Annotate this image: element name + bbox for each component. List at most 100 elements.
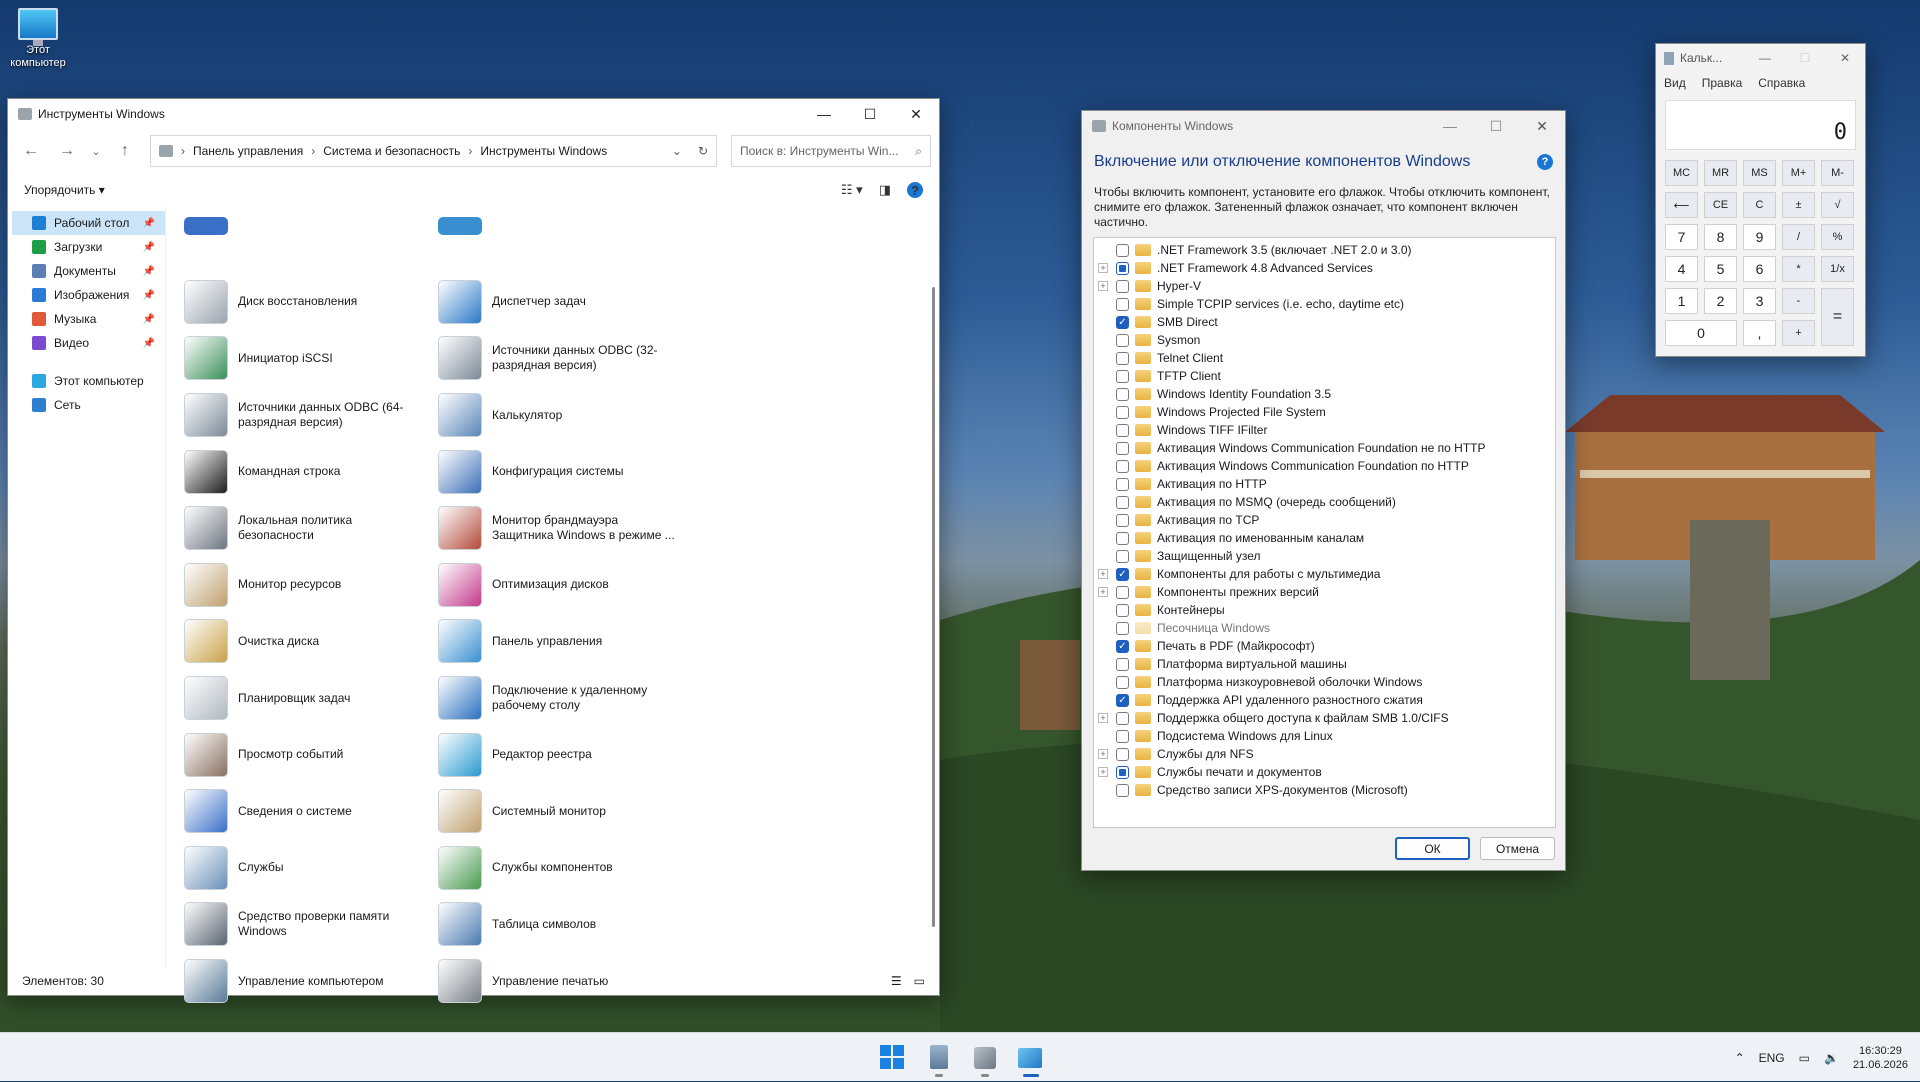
preview-pane-icon[interactable]: ◨: [879, 182, 891, 198]
sidebar-item[interactable]: Сеть: [8, 393, 165, 417]
up-arrow-icon[interactable]: ↑: [110, 142, 140, 160]
tool-item[interactable]: Средство проверки памяти Windows: [182, 896, 436, 953]
feature-checkbox[interactable]: [1116, 765, 1129, 779]
maximize-button[interactable]: ☐: [1785, 44, 1825, 72]
partial-item[interactable]: [182, 217, 436, 235]
feature-row[interactable]: ✓ SMB Direct: [1094, 313, 1555, 331]
tool-item[interactable]: Подключение к удаленному рабочему столу: [436, 670, 690, 727]
feature-checkbox[interactable]: [1116, 747, 1129, 761]
calculator-key[interactable]: 4: [1665, 256, 1698, 282]
feature-checkbox[interactable]: [1116, 351, 1129, 365]
show-hidden-icons-chevron-icon[interactable]: ⌃: [1735, 1051, 1745, 1065]
desktop-icon-this-pc[interactable]: Этот компьютер: [8, 8, 68, 70]
calculator-key[interactable]: ,: [1743, 320, 1776, 346]
tool-item[interactable]: Источники данных ODBC (64-разрядная верс…: [182, 387, 436, 444]
maximize-button[interactable]: ☐: [847, 99, 893, 129]
minimize-button[interactable]: —: [801, 99, 847, 129]
tool-item[interactable]: Инициатор iSCSI: [182, 330, 436, 387]
feature-row[interactable]: + .NET Framework 4.8 Advanced Services: [1094, 259, 1555, 277]
calculator-key[interactable]: ±: [1782, 192, 1815, 218]
windows-features-dialog[interactable]: Компоненты Windows — ☐ ✕ Включение или о…: [1081, 110, 1566, 871]
calculator-key[interactable]: M+: [1782, 160, 1815, 186]
feature-checkbox[interactable]: [1116, 531, 1129, 545]
tool-item[interactable]: Сведения о системе: [182, 783, 436, 840]
feature-row[interactable]: + Службы для NFS: [1094, 745, 1555, 763]
feature-row[interactable]: + ✓ Компоненты для работы с мультимедиа: [1094, 565, 1555, 583]
feature-checkbox[interactable]: [1116, 297, 1129, 311]
expand-toggle-icon[interactable]: +: [1098, 263, 1108, 273]
tool-item[interactable]: Оптимизация дисков: [436, 557, 690, 614]
sidebar-item[interactable]: Этот компьютер: [8, 369, 165, 393]
sidebar-item[interactable]: Видео 📌: [8, 331, 165, 355]
expand-toggle-icon[interactable]: +: [1098, 587, 1108, 597]
calculator-key[interactable]: +: [1782, 320, 1815, 346]
volume-icon[interactable]: 🔉: [1824, 1051, 1839, 1065]
tool-item[interactable]: Командная строка: [182, 443, 436, 500]
features-titlebar[interactable]: Компоненты Windows — ☐ ✕: [1082, 111, 1565, 141]
feature-checkbox[interactable]: [1116, 783, 1129, 797]
tool-item[interactable]: Монитор ресурсов: [182, 557, 436, 614]
feature-checkbox[interactable]: [1116, 441, 1129, 455]
feature-row[interactable]: Активация по MSMQ (очередь сообщений): [1094, 493, 1555, 511]
taskbar-control-panel[interactable]: [1018, 1045, 1044, 1077]
feature-row[interactable]: .NET Framework 3.5 (включает .NET 2.0 и …: [1094, 241, 1555, 259]
calculator-key[interactable]: 7: [1665, 224, 1698, 250]
calculator-key[interactable]: 3: [1743, 288, 1776, 314]
taskbar-windows-tools[interactable]: [972, 1045, 998, 1077]
start-button[interactable]: [880, 1044, 906, 1071]
calculator-key[interactable]: 1/x: [1821, 256, 1854, 282]
feature-checkbox[interactable]: [1116, 495, 1129, 509]
calculator-key[interactable]: =: [1821, 288, 1854, 346]
calculator-key[interactable]: MC: [1665, 160, 1698, 186]
expand-toggle-icon[interactable]: +: [1098, 749, 1108, 759]
help-icon[interactable]: ?: [1537, 154, 1553, 170]
maximize-button[interactable]: ☐: [1473, 111, 1519, 141]
calculator-menu-item[interactable]: Вид: [1664, 76, 1686, 90]
calculator-titlebar[interactable]: Кальк... — ☐ ✕: [1656, 44, 1865, 72]
view-options-icon[interactable]: ☷ ▾: [841, 182, 863, 198]
calculator-menu-item[interactable]: Правка: [1702, 76, 1743, 90]
expand-toggle-icon[interactable]: +: [1098, 713, 1108, 723]
tool-item[interactable]: Таблица символов: [436, 896, 690, 953]
feature-checkbox[interactable]: ✓: [1116, 567, 1129, 581]
feature-checkbox[interactable]: [1116, 333, 1129, 347]
calculator-key[interactable]: 5: [1704, 256, 1737, 282]
feature-row[interactable]: + Компоненты прежних версий: [1094, 583, 1555, 601]
feature-row[interactable]: ✓ Печать в PDF (Майкрософт): [1094, 637, 1555, 655]
close-button[interactable]: ✕: [1519, 111, 1565, 141]
feature-checkbox[interactable]: [1116, 423, 1129, 437]
feature-checkbox[interactable]: [1116, 549, 1129, 563]
feature-checkbox[interactable]: ✓: [1116, 315, 1129, 329]
explorer-window[interactable]: Инструменты Windows — ☐ ✕ ← → ⌄ ↑ › Пане…: [7, 98, 940, 1004]
address-dropdown-icon[interactable]: ⌄: [672, 144, 682, 158]
features-tree[interactable]: .NET Framework 3.5 (включает .NET 2.0 и …: [1093, 237, 1556, 828]
tool-item[interactable]: Панель управления: [436, 613, 690, 670]
calculator-key[interactable]: 1: [1665, 288, 1698, 314]
feature-checkbox[interactable]: [1116, 621, 1129, 635]
explorer-titlebar[interactable]: Инструменты Windows — ☐ ✕: [8, 99, 939, 129]
sidebar-item[interactable]: Изображения 📌: [8, 283, 165, 307]
tool-item[interactable]: Монитор брандмауэра Защитника Windows в …: [436, 500, 690, 557]
feature-checkbox[interactable]: [1116, 657, 1129, 671]
back-arrow-icon[interactable]: ←: [16, 142, 46, 160]
feature-checkbox[interactable]: [1116, 387, 1129, 401]
calculator-key[interactable]: /: [1782, 224, 1815, 250]
tool-item[interactable]: Редактор реестра: [436, 726, 690, 783]
feature-checkbox[interactable]: [1116, 369, 1129, 383]
feature-checkbox[interactable]: [1116, 243, 1129, 257]
minimize-button[interactable]: —: [1427, 111, 1473, 141]
tiles-view-icon[interactable]: ▭: [914, 974, 925, 988]
feature-checkbox[interactable]: [1116, 603, 1129, 617]
clock[interactable]: 16:30:29 21.06.2026: [1853, 1044, 1908, 1072]
tool-item[interactable]: Калькулятор: [436, 387, 690, 444]
calculator-key[interactable]: 2: [1704, 288, 1737, 314]
feature-checkbox[interactable]: [1116, 261, 1129, 275]
calculator-menu-item[interactable]: Справка: [1758, 76, 1805, 90]
feature-checkbox[interactable]: ✓: [1116, 639, 1129, 653]
calculator-key[interactable]: C: [1743, 192, 1776, 218]
tool-item[interactable]: Источники данных ODBC (32-разрядная верс…: [436, 330, 690, 387]
feature-row[interactable]: + Службы печати и документов: [1094, 763, 1555, 781]
tool-item[interactable]: Локальная политика безопасности: [182, 500, 436, 557]
history-chevron-icon[interactable]: ⌄: [88, 145, 104, 158]
sidebar-item[interactable]: Загрузки 📌: [8, 235, 165, 259]
